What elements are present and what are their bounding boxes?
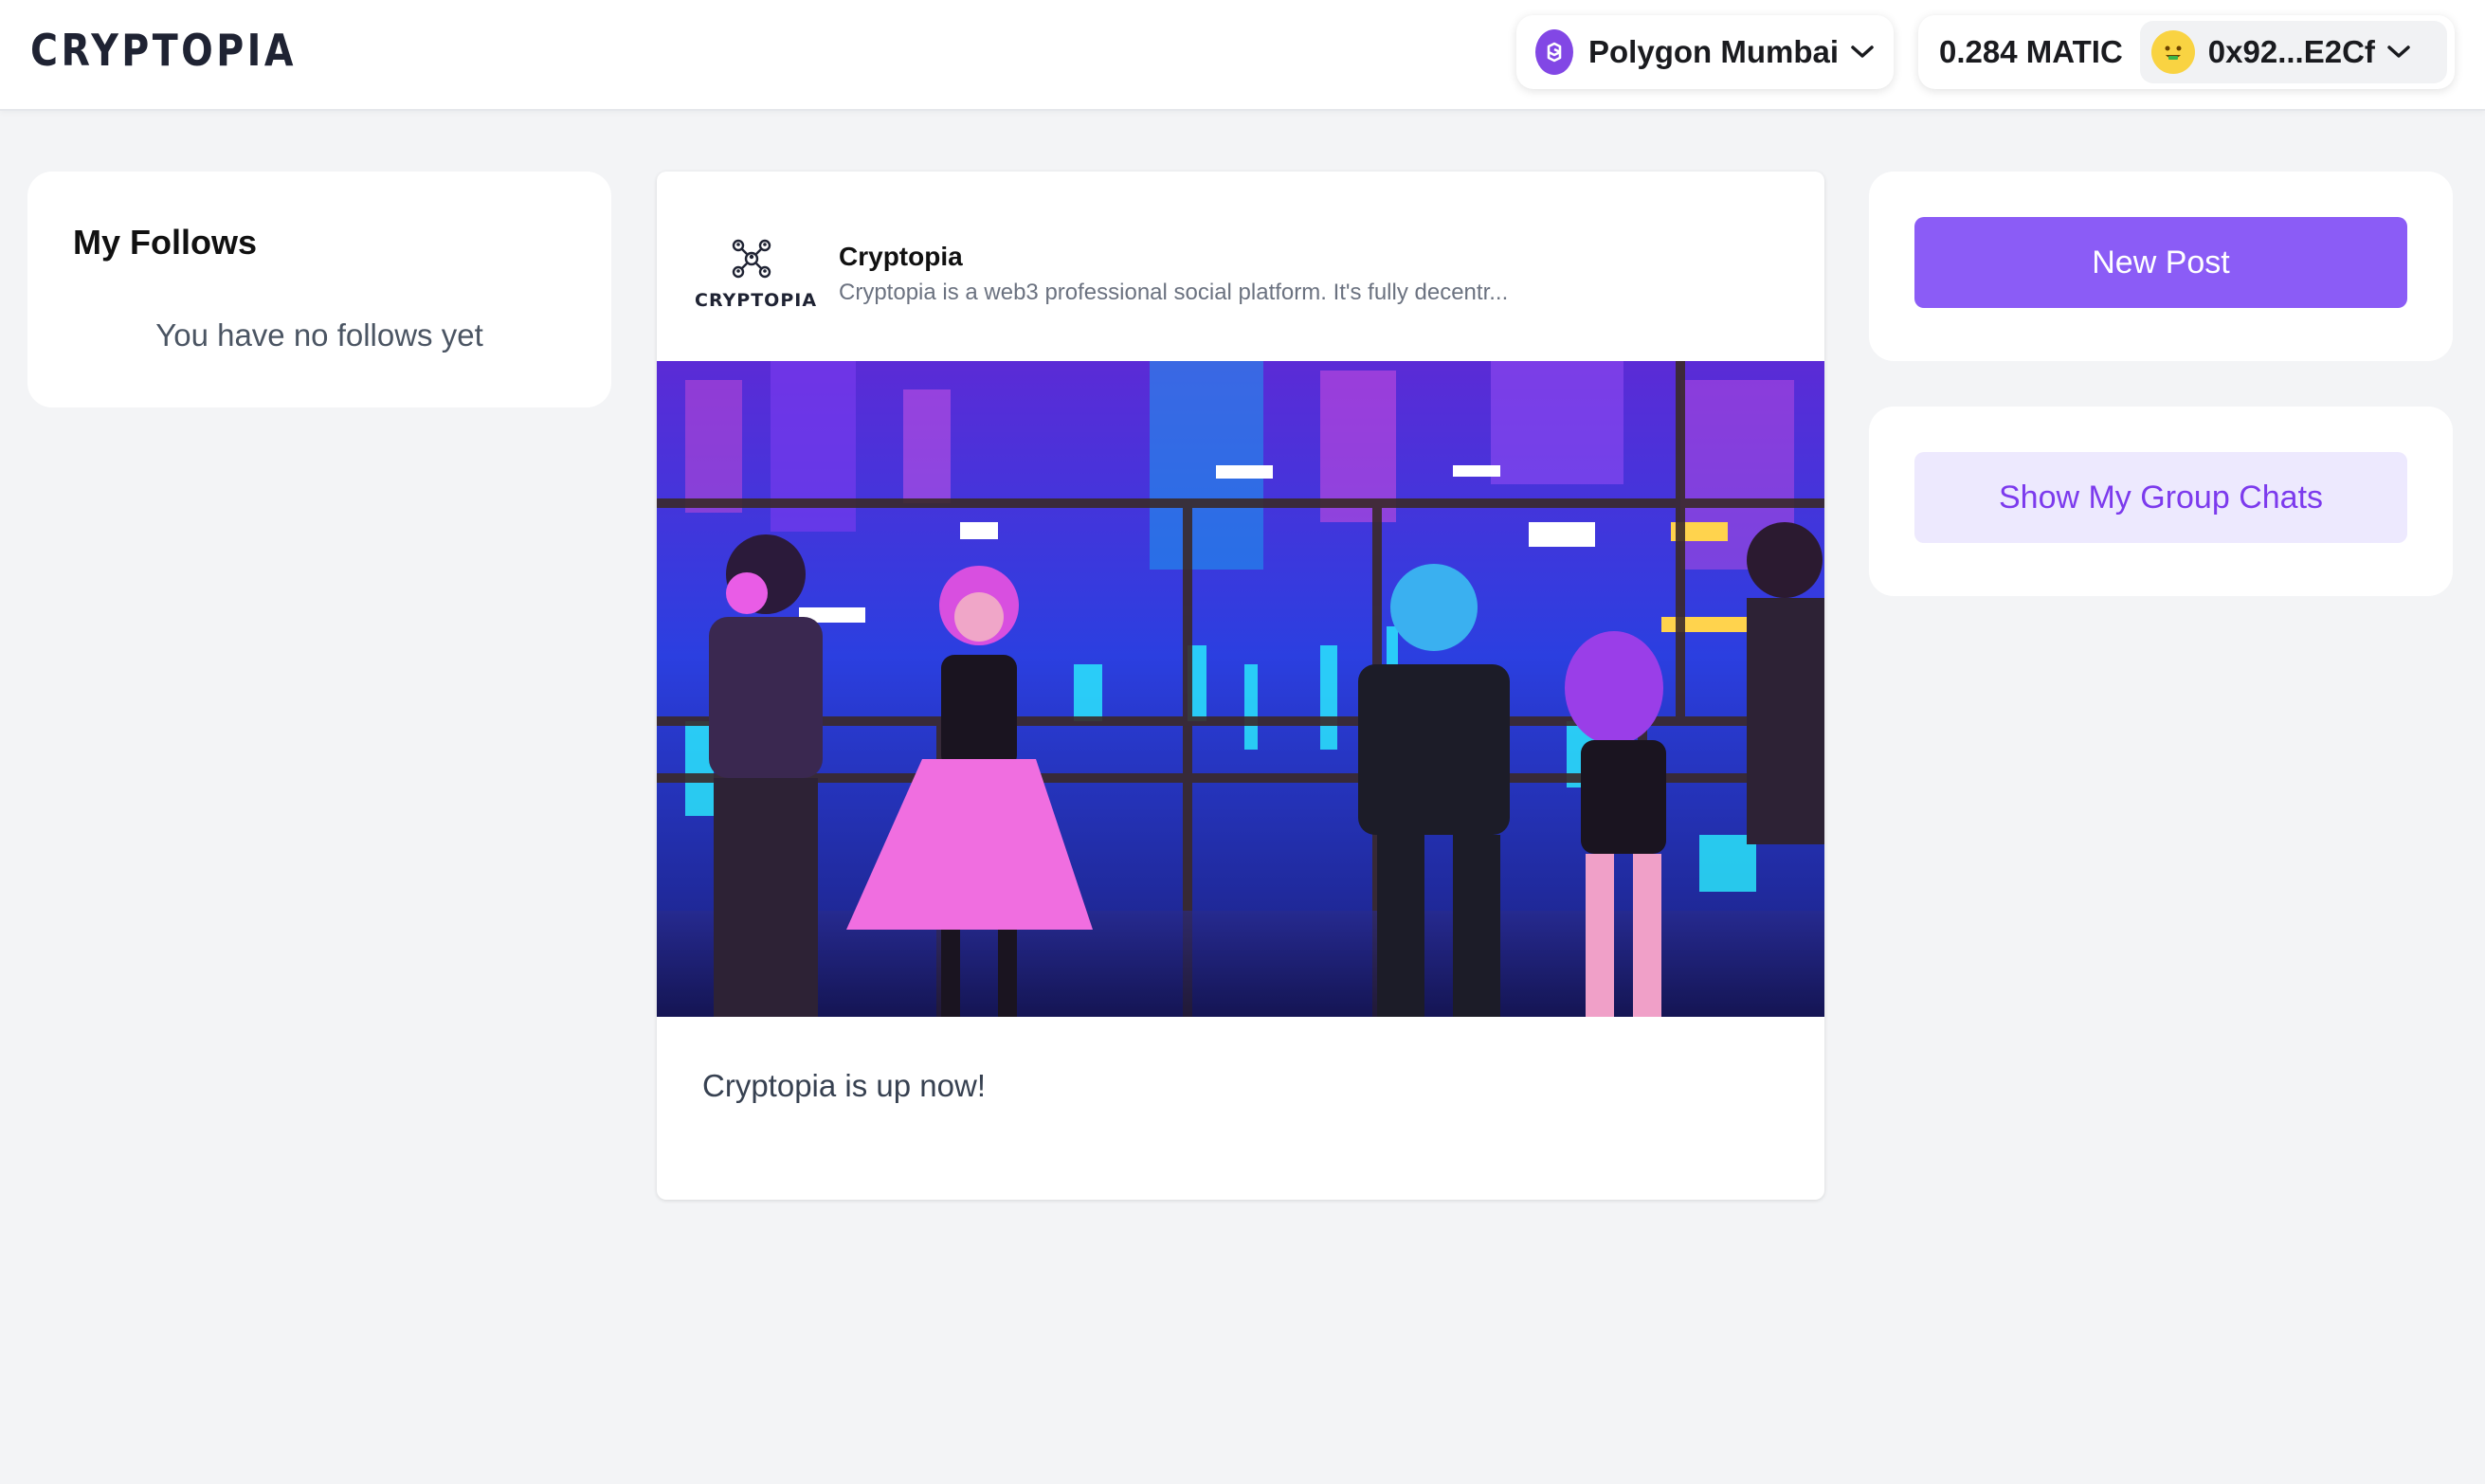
follows-title: My Follows xyxy=(73,223,258,262)
post-body-text: Cryptopia is up now! xyxy=(702,1068,986,1103)
network-people-icon xyxy=(732,239,771,279)
follows-empty-message: You have no follows yet xyxy=(155,317,483,353)
wallet-balance: 0.284 MATIC xyxy=(1939,34,2123,69)
post-card[interactable]: CRYPTOPIA Cryptopia Cryptopia is a web3 … xyxy=(657,172,1824,1200)
polygon-icon xyxy=(1535,29,1573,75)
network-name: Polygon Mumbai xyxy=(1588,34,1839,69)
emoji-avatar-icon xyxy=(2150,30,2195,74)
chevron-down-icon xyxy=(1850,45,1875,60)
post-author-name[interactable]: Cryptopia xyxy=(839,242,963,272)
post-image[interactable] xyxy=(657,361,1824,1017)
network-selector[interactable]: Polygon Mumbai xyxy=(1516,15,1894,89)
app-logo[interactable]: CRYPTOPIA xyxy=(30,25,297,76)
group-chats-card: Show My Group Chats xyxy=(1869,407,2453,596)
chevron-down-icon xyxy=(2386,45,2411,60)
top-navbar: CRYPTOPIA Polygon Mumbai 0.284 MATIC 0x9… xyxy=(0,0,2485,111)
post-author-description: Cryptopia is a web3 professional social … xyxy=(839,280,1509,305)
follows-card: My Follows You have no follows yet xyxy=(27,172,611,407)
new-post-card: New Post xyxy=(1869,172,2453,361)
post-avatar-label: CRYPTOPIA xyxy=(695,290,818,311)
account-selector[interactable]: 0x92...E2Cf xyxy=(2139,21,2447,83)
account-pill[interactable]: 0.284 MATIC 0x92...E2Cf xyxy=(1918,15,2455,89)
post-author-avatar[interactable]: CRYPTOPIA xyxy=(695,236,818,312)
new-post-button[interactable]: New Post xyxy=(1914,217,2407,308)
show-group-chats-button[interactable]: Show My Group Chats xyxy=(1914,452,2407,543)
wallet-address: 0x92...E2Cf xyxy=(2207,34,2375,69)
